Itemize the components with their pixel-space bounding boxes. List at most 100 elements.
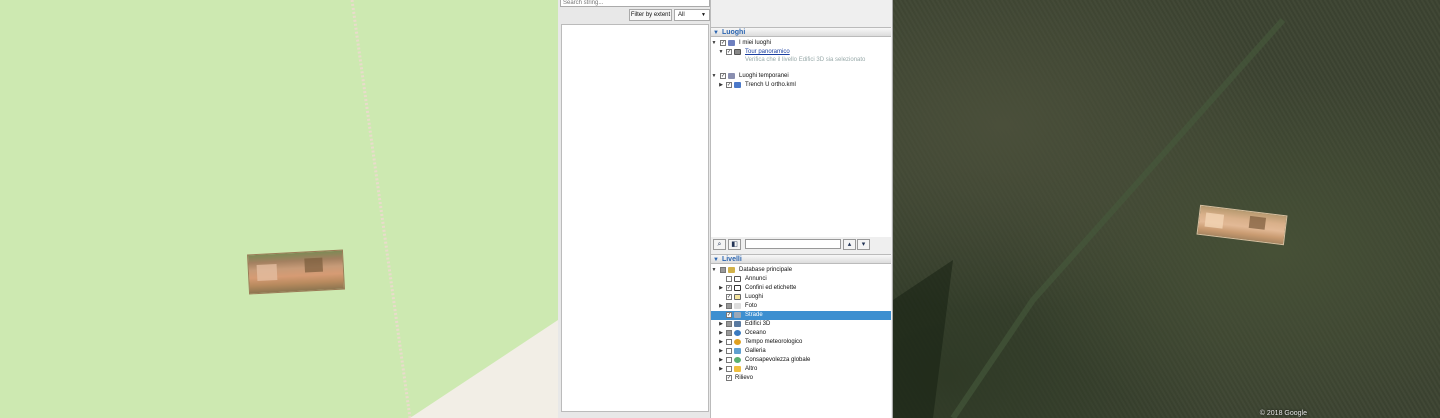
layer-label: Edifici 3D (745, 321, 771, 327)
filter-select[interactable]: All ▼ (674, 9, 710, 21)
tree-item-trench-kml[interactable]: ▶ ✓ Trench U ortho.kml (711, 81, 891, 90)
field-track (893, 18, 1286, 418)
global-awareness-icon (734, 357, 741, 363)
expand-triangle-icon[interactable]: ▶ (718, 338, 724, 347)
checkbox[interactable]: ✓ (720, 73, 726, 79)
chevron-down-icon: ▼ (701, 12, 706, 18)
checkbox[interactable]: ✓ (726, 312, 732, 318)
database-icon (728, 267, 735, 273)
places-header[interactable]: ▼ Luoghi (711, 27, 891, 37)
search-icon[interactable]: ⌕ (713, 239, 726, 250)
checkbox[interactable] (726, 330, 732, 336)
checkbox[interactable] (726, 339, 732, 345)
layer-buildings-3d[interactable]: ▶ Edifici 3D (711, 320, 891, 329)
layer-announcements[interactable]: Annunci (711, 275, 891, 284)
tree-item-temporary-places[interactable]: ▼ ✓ Luoghi temporanei (711, 72, 891, 81)
layer-label: Consapevolezza globale (745, 357, 811, 363)
expand-triangle-icon[interactable]: ▶ (718, 356, 724, 365)
checkbox[interactable] (726, 303, 732, 309)
collapse-triangle-icon: ▼ (713, 30, 719, 36)
checkbox[interactable]: ✓ (726, 294, 732, 300)
expand-triangle-icon[interactable]: ▶ (718, 302, 724, 311)
places-header-label: Luoghi (721, 29, 746, 36)
tree-item-label: Trench U ortho.kml (745, 82, 796, 88)
road-line (350, 0, 558, 418)
expand-triangle-icon[interactable]: ▶ (718, 81, 724, 90)
expand-triangle-icon[interactable]: ▶ (718, 284, 724, 293)
checkbox[interactable] (726, 357, 732, 363)
borders-icon (734, 285, 741, 291)
buildings-3d-icon (734, 321, 741, 327)
photo-icon (734, 303, 741, 309)
layers-tree: ▼ Database principale Annunci ▶ ✓ Confin… (711, 264, 891, 418)
expand-triangle-icon[interactable]: ▶ (718, 365, 724, 374)
tree-item-my-places[interactable]: ▼ ✓ I miei luoghi (711, 39, 891, 48)
checkbox[interactable]: ✓ (726, 285, 732, 291)
layer-label: Annunci (745, 276, 767, 282)
tree-item-hint: Verifica che il livello Edifici 3D sia s… (711, 56, 891, 65)
layer-label: Luoghi (745, 294, 764, 300)
layer-photo[interactable]: ▶ Foto (711, 302, 891, 311)
search-panel: Filter by extent All ▼ (558, 0, 711, 418)
panel-toggle-icon[interactable]: ◧ (728, 239, 741, 250)
expand-triangle-icon[interactable]: ▼ (711, 72, 717, 81)
layer-weather[interactable]: ▶ Tempo meteorologico (711, 338, 891, 347)
tree-item-label: Luoghi temporanei (739, 73, 789, 79)
map-copyright: © 2018 Google (1259, 410, 1307, 417)
layer-places[interactable]: ✓ Luoghi (711, 293, 891, 302)
satellite-map-view[interactable]: © 2018 Google (893, 0, 1440, 418)
ortho-overlay-image[interactable] (247, 249, 345, 295)
layer-label: Galleria (745, 348, 766, 354)
expand-triangle-icon[interactable]: ▶ (718, 347, 724, 356)
move-down-icon[interactable]: ▾ (857, 239, 870, 250)
expand-triangle-icon[interactable]: ▶ (718, 329, 724, 338)
checkbox[interactable]: ✓ (726, 375, 732, 381)
ocean-icon (734, 330, 741, 336)
weather-icon (734, 339, 741, 345)
layer-label: Oceano (745, 330, 767, 336)
gallery-icon (734, 348, 741, 354)
layer-label: Tempo meteorologico (745, 339, 803, 345)
layer-borders[interactable]: ▶ ✓ Confini ed etichette (711, 284, 891, 293)
tree-item-label: I miei luoghi (739, 40, 772, 46)
side-panel: ▼ Luoghi ▼ ✓ I miei luoghi ▼ ✓ Tour panor… (711, 0, 893, 418)
expand-triangle-icon[interactable]: ▼ (711, 39, 717, 48)
checkbox[interactable] (726, 348, 732, 354)
filter-by-extent-button[interactable]: Filter by extent (629, 9, 672, 21)
layer-label: Altro (745, 366, 758, 372)
layer-roads[interactable]: ✓ Strade (711, 311, 891, 320)
tour-icon (734, 49, 741, 55)
layer-database[interactable]: ▼ Database principale (711, 266, 891, 275)
layer-label: Rilievo (735, 375, 754, 381)
tree-item-hint-text: Verifica che il livello Edifici 3D sia s… (745, 57, 866, 63)
layer-gallery[interactable]: ▶ Galleria (711, 347, 891, 356)
checkbox[interactable] (726, 321, 732, 327)
filter-select-value: All (678, 12, 685, 18)
layer-terrain[interactable]: ✓ Rilievo (711, 374, 891, 383)
checkbox[interactable] (726, 366, 732, 372)
move-up-icon[interactable]: ▴ (843, 239, 856, 250)
announcement-icon (734, 276, 741, 282)
layer-label: Foto (745, 303, 758, 309)
folder-icon (728, 40, 735, 46)
places-icon (734, 294, 741, 300)
left-map-view[interactable] (0, 0, 558, 418)
expand-triangle-icon[interactable]: ▶ (718, 320, 724, 329)
checkbox[interactable]: ✓ (726, 82, 732, 88)
expand-triangle-icon[interactable]: ▼ (711, 266, 717, 275)
places-tree: ▼ ✓ I miei luoghi ▼ ✓ Tour panoramico Ve… (711, 37, 891, 237)
checkbox[interactable] (720, 267, 726, 273)
collapse-triangle-icon: ▼ (713, 257, 719, 263)
layers-header[interactable]: ▼ Livelli (711, 254, 891, 264)
places-search-input[interactable] (745, 239, 841, 249)
layer-label: Strade (745, 312, 763, 318)
checkbox[interactable]: ✓ (726, 49, 732, 55)
layer-label: Confini ed etichette (745, 285, 797, 291)
checkbox[interactable]: ✓ (720, 40, 726, 46)
search-input[interactable] (560, 0, 710, 7)
checkbox[interactable] (726, 276, 732, 282)
layer-other[interactable]: ▶ Altro (711, 365, 891, 374)
layer-global-awareness[interactable]: ▶ Consapevolezza globale (711, 356, 891, 365)
layer-ocean[interactable]: ▶ Oceano (711, 329, 891, 338)
search-results-list[interactable] (561, 24, 709, 412)
